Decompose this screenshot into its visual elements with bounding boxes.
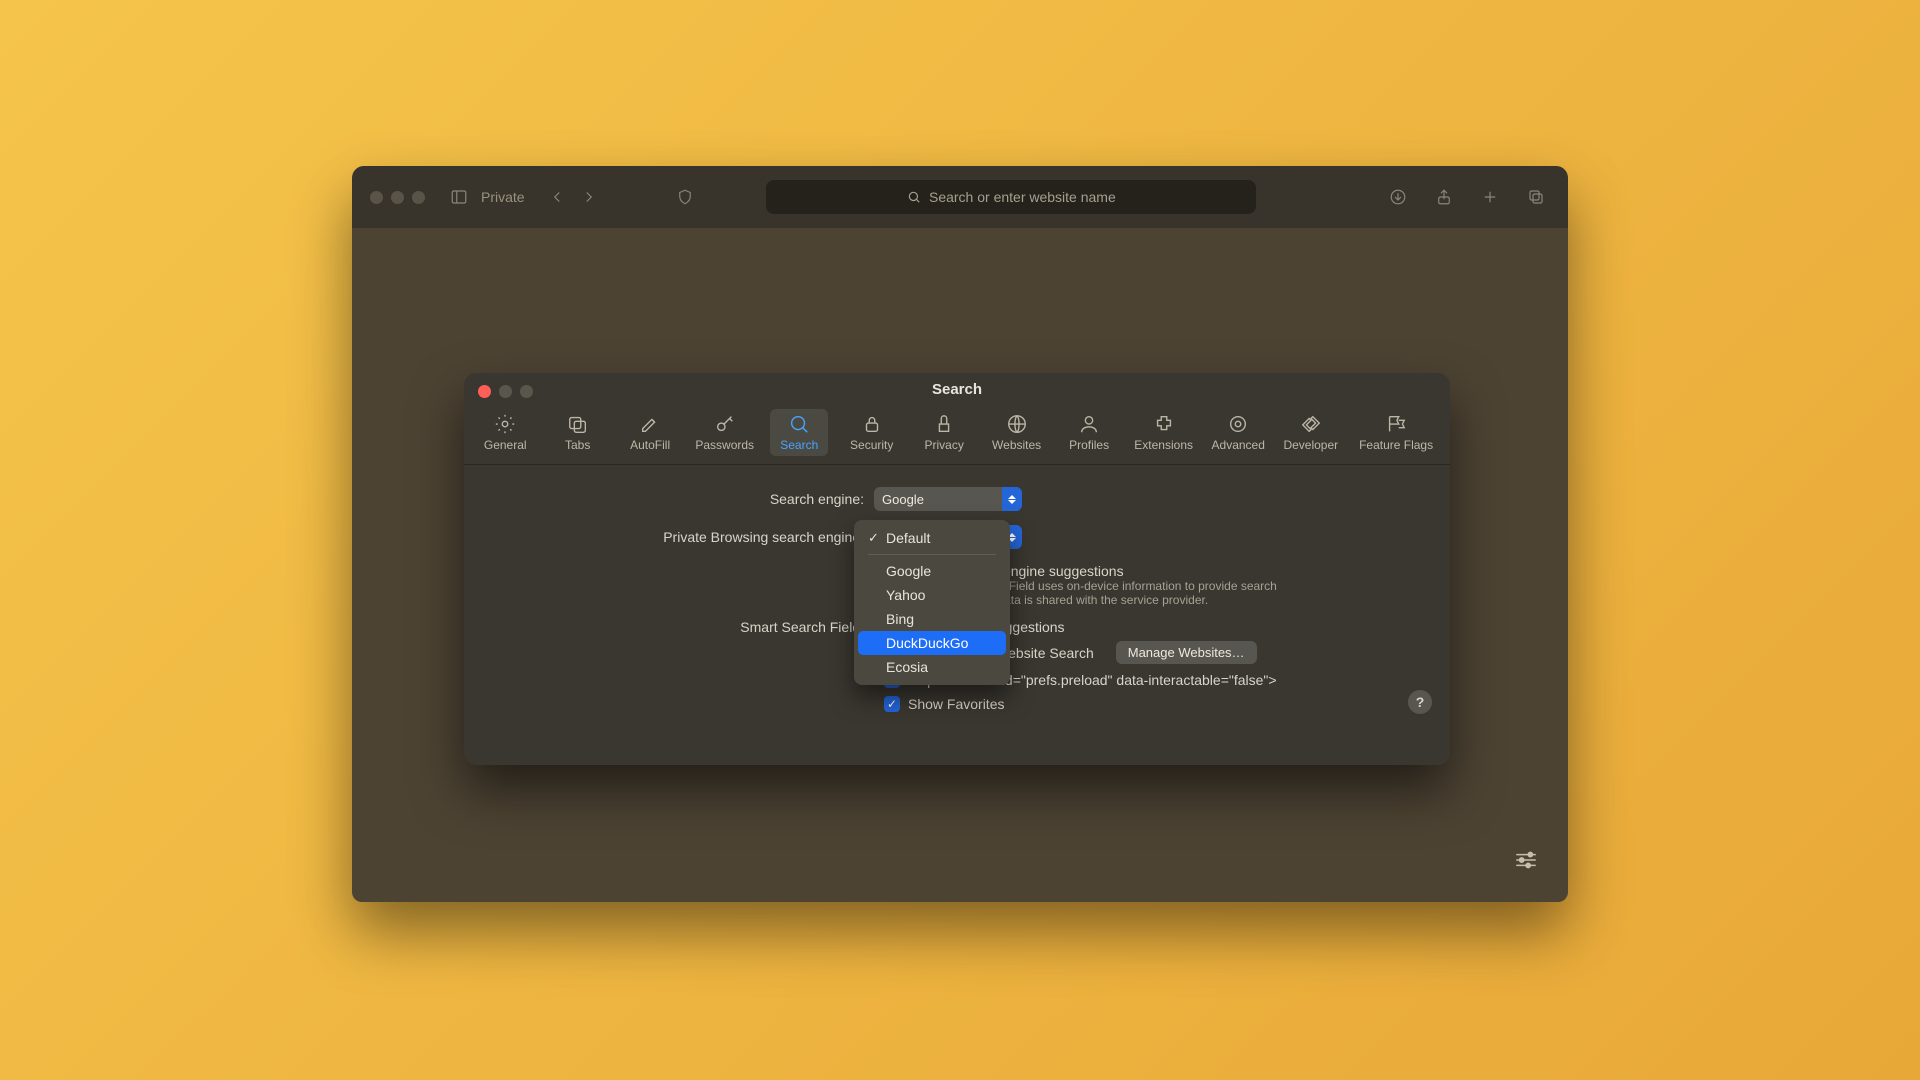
tab-general[interactable]: General [476,409,534,456]
dropdown-option-google[interactable]: Google [858,559,1006,583]
sidebar-toggle-icon[interactable] [445,183,473,211]
search-icon [907,190,921,204]
window-controls [370,191,425,204]
tab-security[interactable]: Security [842,409,900,456]
shield-icon[interactable] [671,183,699,211]
dropdown-separator [868,554,996,555]
private-badge: Private [481,189,525,205]
tab-advanced[interactable]: Advanced [1209,409,1267,456]
new-tab-icon[interactable] [1476,183,1504,211]
dropdown-option-ecosia[interactable]: Ecosia [858,655,1006,679]
dropdown-option-yahoo[interactable]: Yahoo [858,583,1006,607]
tab-search[interactable]: Search [770,409,828,456]
tab-feature-flags[interactable]: Feature Flags [1354,409,1438,456]
close-window-button[interactable] [370,191,383,204]
tab-privacy[interactable]: Privacy [915,409,973,456]
prefs-title: Search [464,381,1450,398]
chevron-updown-icon [1002,487,1022,511]
tab-profiles[interactable]: Profiles [1060,409,1118,456]
page-settings-icon[interactable] [1510,844,1542,876]
tab-extensions[interactable]: Extensions [1132,409,1195,456]
forward-button[interactable] [575,183,603,211]
private-engine-label: Private Browsing search engine: [494,529,874,545]
address-placeholder: Search or enter website name [929,189,1116,205]
back-button[interactable] [543,183,571,211]
zoom-window-button[interactable] [412,191,425,204]
smart-search-label: Smart Search Field: [494,619,874,635]
browser-toolbar: Private Search or enter website name [352,166,1568,228]
tab-developer[interactable]: Developer [1281,409,1340,456]
show-favorites-checkbox[interactable]: Show Favorites [884,696,1420,712]
private-engine-dropdown: Default Google Yahoo Bing DuckDuckGo Eco… [854,520,1010,685]
manage-websites-button[interactable]: Manage Websites… [1116,641,1257,664]
tab-passwords[interactable]: Passwords [693,409,756,456]
share-icon[interactable] [1430,183,1458,211]
address-bar[interactable]: Search or enter website name [766,180,1256,214]
help-button[interactable]: ? [1408,690,1432,714]
dropdown-option-default[interactable]: Default [858,526,1006,550]
tab-tabs[interactable]: Tabs [548,409,606,456]
downloads-icon[interactable] [1384,183,1412,211]
dropdown-option-bing[interactable]: Bing [858,607,1006,631]
dropdown-option-duckduckgo[interactable]: DuckDuckGo [858,631,1006,655]
tab-websites[interactable]: Websites [987,409,1045,456]
tab-autofill[interactable]: AutoFill [621,409,679,456]
search-engine-select[interactable]: Google [874,487,1022,511]
prefs-tabbar: General Tabs AutoFill Passwords Search S… [464,403,1450,465]
tab-overview-icon[interactable] [1522,183,1550,211]
search-engine-label: Search engine: [494,491,874,507]
minimize-window-button[interactable] [391,191,404,204]
